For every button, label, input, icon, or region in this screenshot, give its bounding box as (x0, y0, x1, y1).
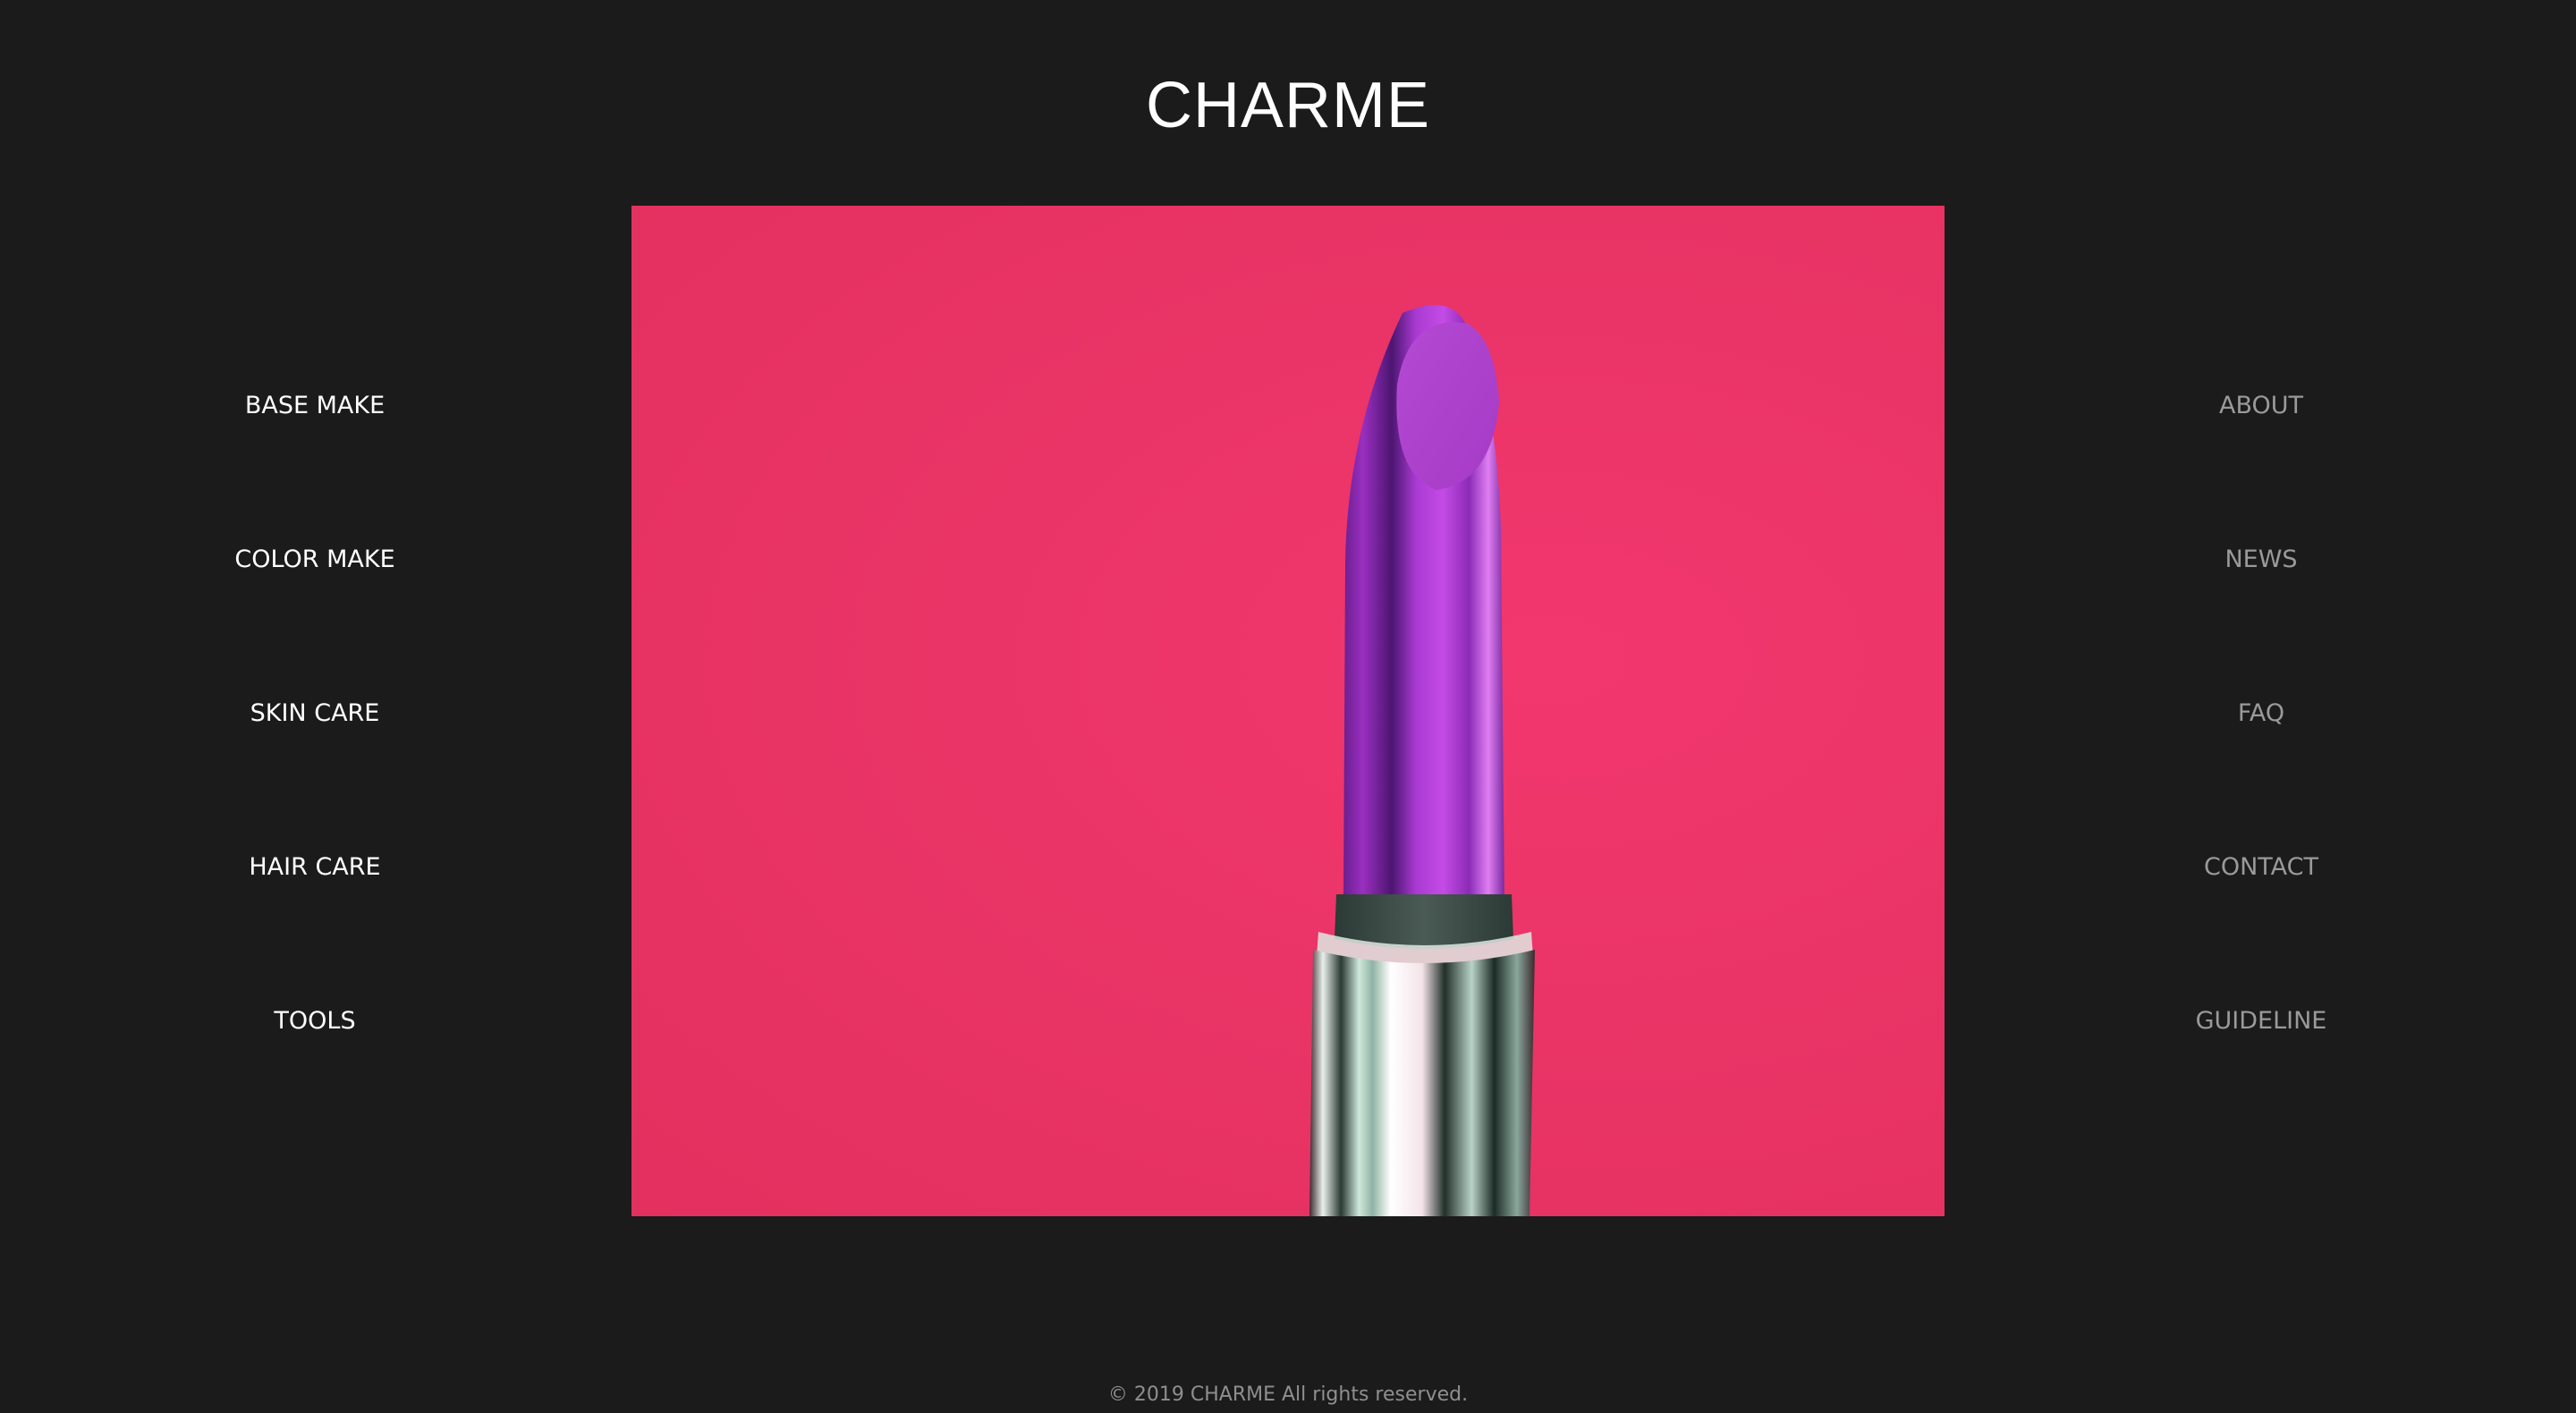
nav-item-about[interactable]: ABOUT (2127, 388, 2395, 424)
nav-item-hair-care[interactable]: HAIR CARE (181, 850, 449, 885)
nav-item-guideline[interactable]: GUIDELINE (2127, 1003, 2395, 1039)
nav-link-tools[interactable]: TOOLS (274, 1007, 355, 1035)
nav-link-base-make[interactable]: BASE MAKE (245, 392, 385, 419)
nav-item-color-make[interactable]: COLOR MAKE (181, 542, 449, 578)
nav-link-about[interactable]: ABOUT (2219, 392, 2303, 419)
nav-item-skin-care[interactable]: SKIN CARE (181, 696, 449, 732)
nav-item-tools[interactable]: TOOLS (181, 1003, 449, 1039)
nav-item-news[interactable]: NEWS (2127, 542, 2395, 578)
nav-link-skin-care[interactable]: SKIN CARE (250, 699, 380, 727)
nav-link-news[interactable]: NEWS (2224, 546, 2297, 573)
nav-link-color-make[interactable]: COLOR MAKE (234, 546, 394, 573)
nav-item-contact[interactable]: CONTACT (2127, 850, 2395, 885)
nav-item-base-make[interactable]: BASE MAKE (181, 388, 449, 424)
hero-image-lipstick (631, 206, 1945, 1216)
site-logo-link[interactable]: CHARME (1146, 70, 1430, 141)
nav-link-faq[interactable]: FAQ (2238, 699, 2284, 727)
footer-copyright: © 2019 CHARME All rights reserved. (1107, 1383, 1469, 1406)
nav-item-faq[interactable]: FAQ (2127, 696, 2395, 732)
nav-link-contact[interactable]: CONTACT (2204, 853, 2318, 881)
site-logo[interactable]: CHARME (0, 61, 2576, 150)
nav-link-guideline[interactable]: GUIDELINE (2196, 1007, 2327, 1035)
nav-link-hair-care[interactable]: HAIR CARE (249, 853, 380, 881)
